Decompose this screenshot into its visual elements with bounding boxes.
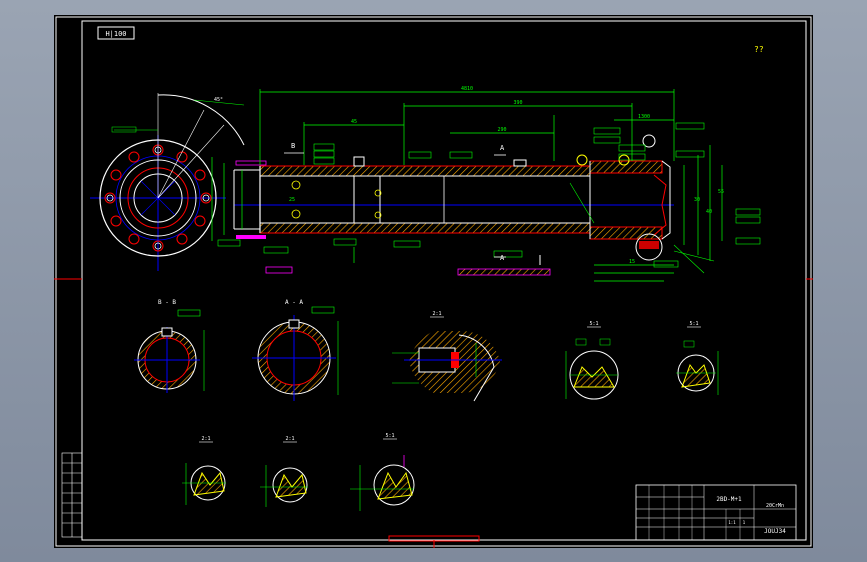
dim-2: 290: [497, 127, 506, 133]
detail-threaded-port: 2:1: [392, 311, 502, 402]
dim-4: 25: [289, 197, 295, 203]
detail-strip-left: [265, 266, 293, 274]
roughness-note: ??: [754, 45, 764, 54]
section-bb-label: B - B: [158, 299, 176, 306]
revision-table: [61, 452, 83, 538]
detail-strip-center: [457, 268, 551, 276]
drawing-canvas[interactable]: H|100 ?? 45° 4810 390 45 290 1300 25 30 …: [54, 15, 813, 548]
cut-mark-a-bottom: A: [500, 254, 505, 262]
detail-3-scale: 5:1: [689, 321, 698, 327]
title-sheet: 1: [743, 520, 746, 525]
title-block: 2BD-M+1 20CrMn 1 1:1 JOUJ34: [635, 484, 797, 541]
dim-segment-length: 390: [513, 100, 522, 106]
section-a-a: A - A: [252, 299, 339, 401]
title-scale: 1:1: [728, 520, 736, 525]
cut-mark-a-top: A: [500, 144, 505, 152]
dim-6: 40: [706, 209, 712, 215]
flange-end-view: 45°: [90, 93, 245, 271]
detail-groove-1: 5:1: [565, 321, 619, 400]
detail-bottom-2: 2:1: [260, 436, 308, 507]
drawing-svg: H|100 ?? 45° 4810 390 45 290 1300 25 30 …: [54, 16, 813, 548]
dim-1: 45: [351, 119, 357, 125]
dim-8: 15: [629, 259, 635, 265]
dim-7: 55: [718, 189, 724, 195]
sheet-border: [55, 16, 812, 547]
cut-mark-b: B: [291, 142, 295, 150]
section-aa-label: A - A: [285, 299, 303, 306]
cylinder-main-view: [233, 134, 715, 274]
title-part-code: 2BD-M+1: [716, 496, 742, 503]
dim-5: 30: [694, 197, 700, 203]
title-drawing-no: JOUJ34: [764, 528, 786, 535]
detail-2-scale: 5:1: [589, 321, 598, 327]
detail-4-scale: 2:1: [201, 436, 210, 442]
title-material: 20CrMn: [766, 503, 784, 509]
tolerance-frames: [217, 122, 761, 268]
code-box-text: H|100: [105, 30, 126, 38]
cad-viewport: H|100 ?? 45° 4810 390 45 290 1300 25 30 …: [0, 0, 867, 562]
detail-bottom-3: 5:1: [350, 433, 415, 511]
dim-total-length: 4810: [461, 86, 473, 92]
svg-text:45°: 45°: [214, 97, 223, 103]
detail-5-scale: 2:1: [285, 436, 294, 442]
detail-6-scale: 5:1: [385, 433, 394, 439]
detail-1-scale: 2:1: [432, 311, 441, 317]
section-b-b: B - B: [134, 299, 205, 393]
detail-groove-2: 5:1: [676, 321, 719, 395]
detail-bottom-1: 2:1: [182, 436, 226, 505]
dim-3: 1300: [638, 114, 650, 120]
